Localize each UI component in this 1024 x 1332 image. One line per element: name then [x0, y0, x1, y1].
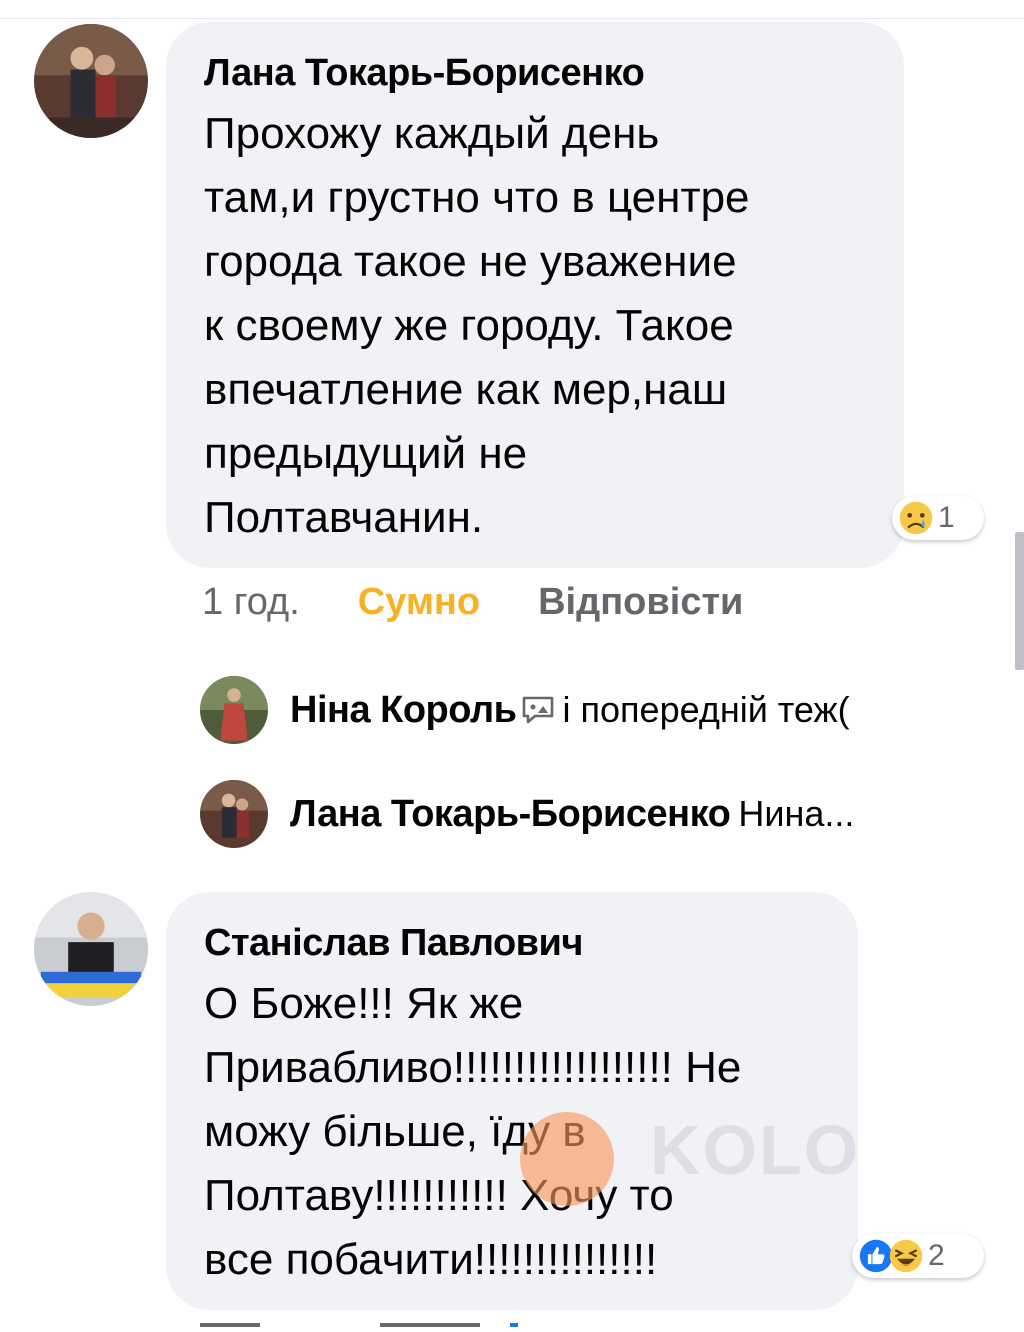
avatar[interactable] [200, 780, 268, 848]
comment-line: Полтавчанин. [204, 493, 484, 542]
watermark: KOLO [650, 1111, 861, 1189]
reaction-button[interactable]: Сумно [358, 580, 480, 624]
avatar[interactable] [200, 676, 268, 744]
sticker-icon [521, 695, 555, 725]
reaction-summary[interactable]: 2 [852, 1234, 984, 1278]
comment-line: впечатление как мер,наш [204, 365, 728, 414]
reply-preview[interactable]: Лана Токарь-Борисенко Нина... [200, 780, 854, 848]
sad-emoji-icon [898, 500, 934, 536]
comment-author[interactable]: Станіслав Павлович [204, 920, 822, 966]
comment-line: города такое не уважение [204, 237, 737, 286]
reply-author[interactable]: Ніна Король [290, 689, 517, 732]
comment-text: Прохожу каждый день там,и грустно что в … [204, 102, 868, 550]
reply-text: Нина... [738, 793, 855, 834]
comment-line: Привабливо!!!!!!!!!!!!!!!!!! Не [204, 1043, 742, 1092]
avatar[interactable] [34, 24, 148, 138]
next-actions-peek [200, 1314, 820, 1327]
touch-indicator [520, 1112, 614, 1206]
reply-author[interactable]: Лана Токарь-Борисенко [290, 793, 731, 836]
reply-text: і попередній теж( [562, 689, 850, 730]
comment-bubble[interactable]: Лана Токарь-Борисенко Прохожу каждый ден… [166, 22, 904, 568]
comment-line: к своему же городу. Такое [204, 301, 734, 350]
comment-line: там,и грустно что в центре [204, 173, 750, 222]
comment-author[interactable]: Лана Токарь-Борисенко [204, 50, 868, 96]
avatar[interactable] [34, 892, 148, 1006]
reply-preview[interactable]: Ніна Король і попередній теж( [200, 676, 850, 744]
comment-actions: 1 год. Сумно Відповісти [202, 580, 743, 624]
comment-line: предыдущий не [204, 429, 528, 478]
reaction-count: 2 [928, 1239, 945, 1272]
top-divider [0, 18, 1024, 19]
reply-button[interactable]: Відповісти [538, 580, 743, 624]
comment-line: Прохожу каждый день [204, 109, 660, 158]
comment-line: все побачити!!!!!!!!!!!!!!! [204, 1235, 658, 1284]
scrollbar-thumb[interactable] [1015, 532, 1024, 670]
comment-timestamp[interactable]: 1 год. [202, 580, 300, 624]
haha-emoji-icon [888, 1238, 924, 1274]
comment-bubble[interactable]: Станіслав Павлович О Боже!!! Як же Прива… [166, 892, 858, 1310]
reaction-count: 1 [938, 501, 955, 534]
reaction-summary[interactable]: 1 [892, 496, 984, 540]
comment-line: О Боже!!! Як же [204, 979, 524, 1028]
